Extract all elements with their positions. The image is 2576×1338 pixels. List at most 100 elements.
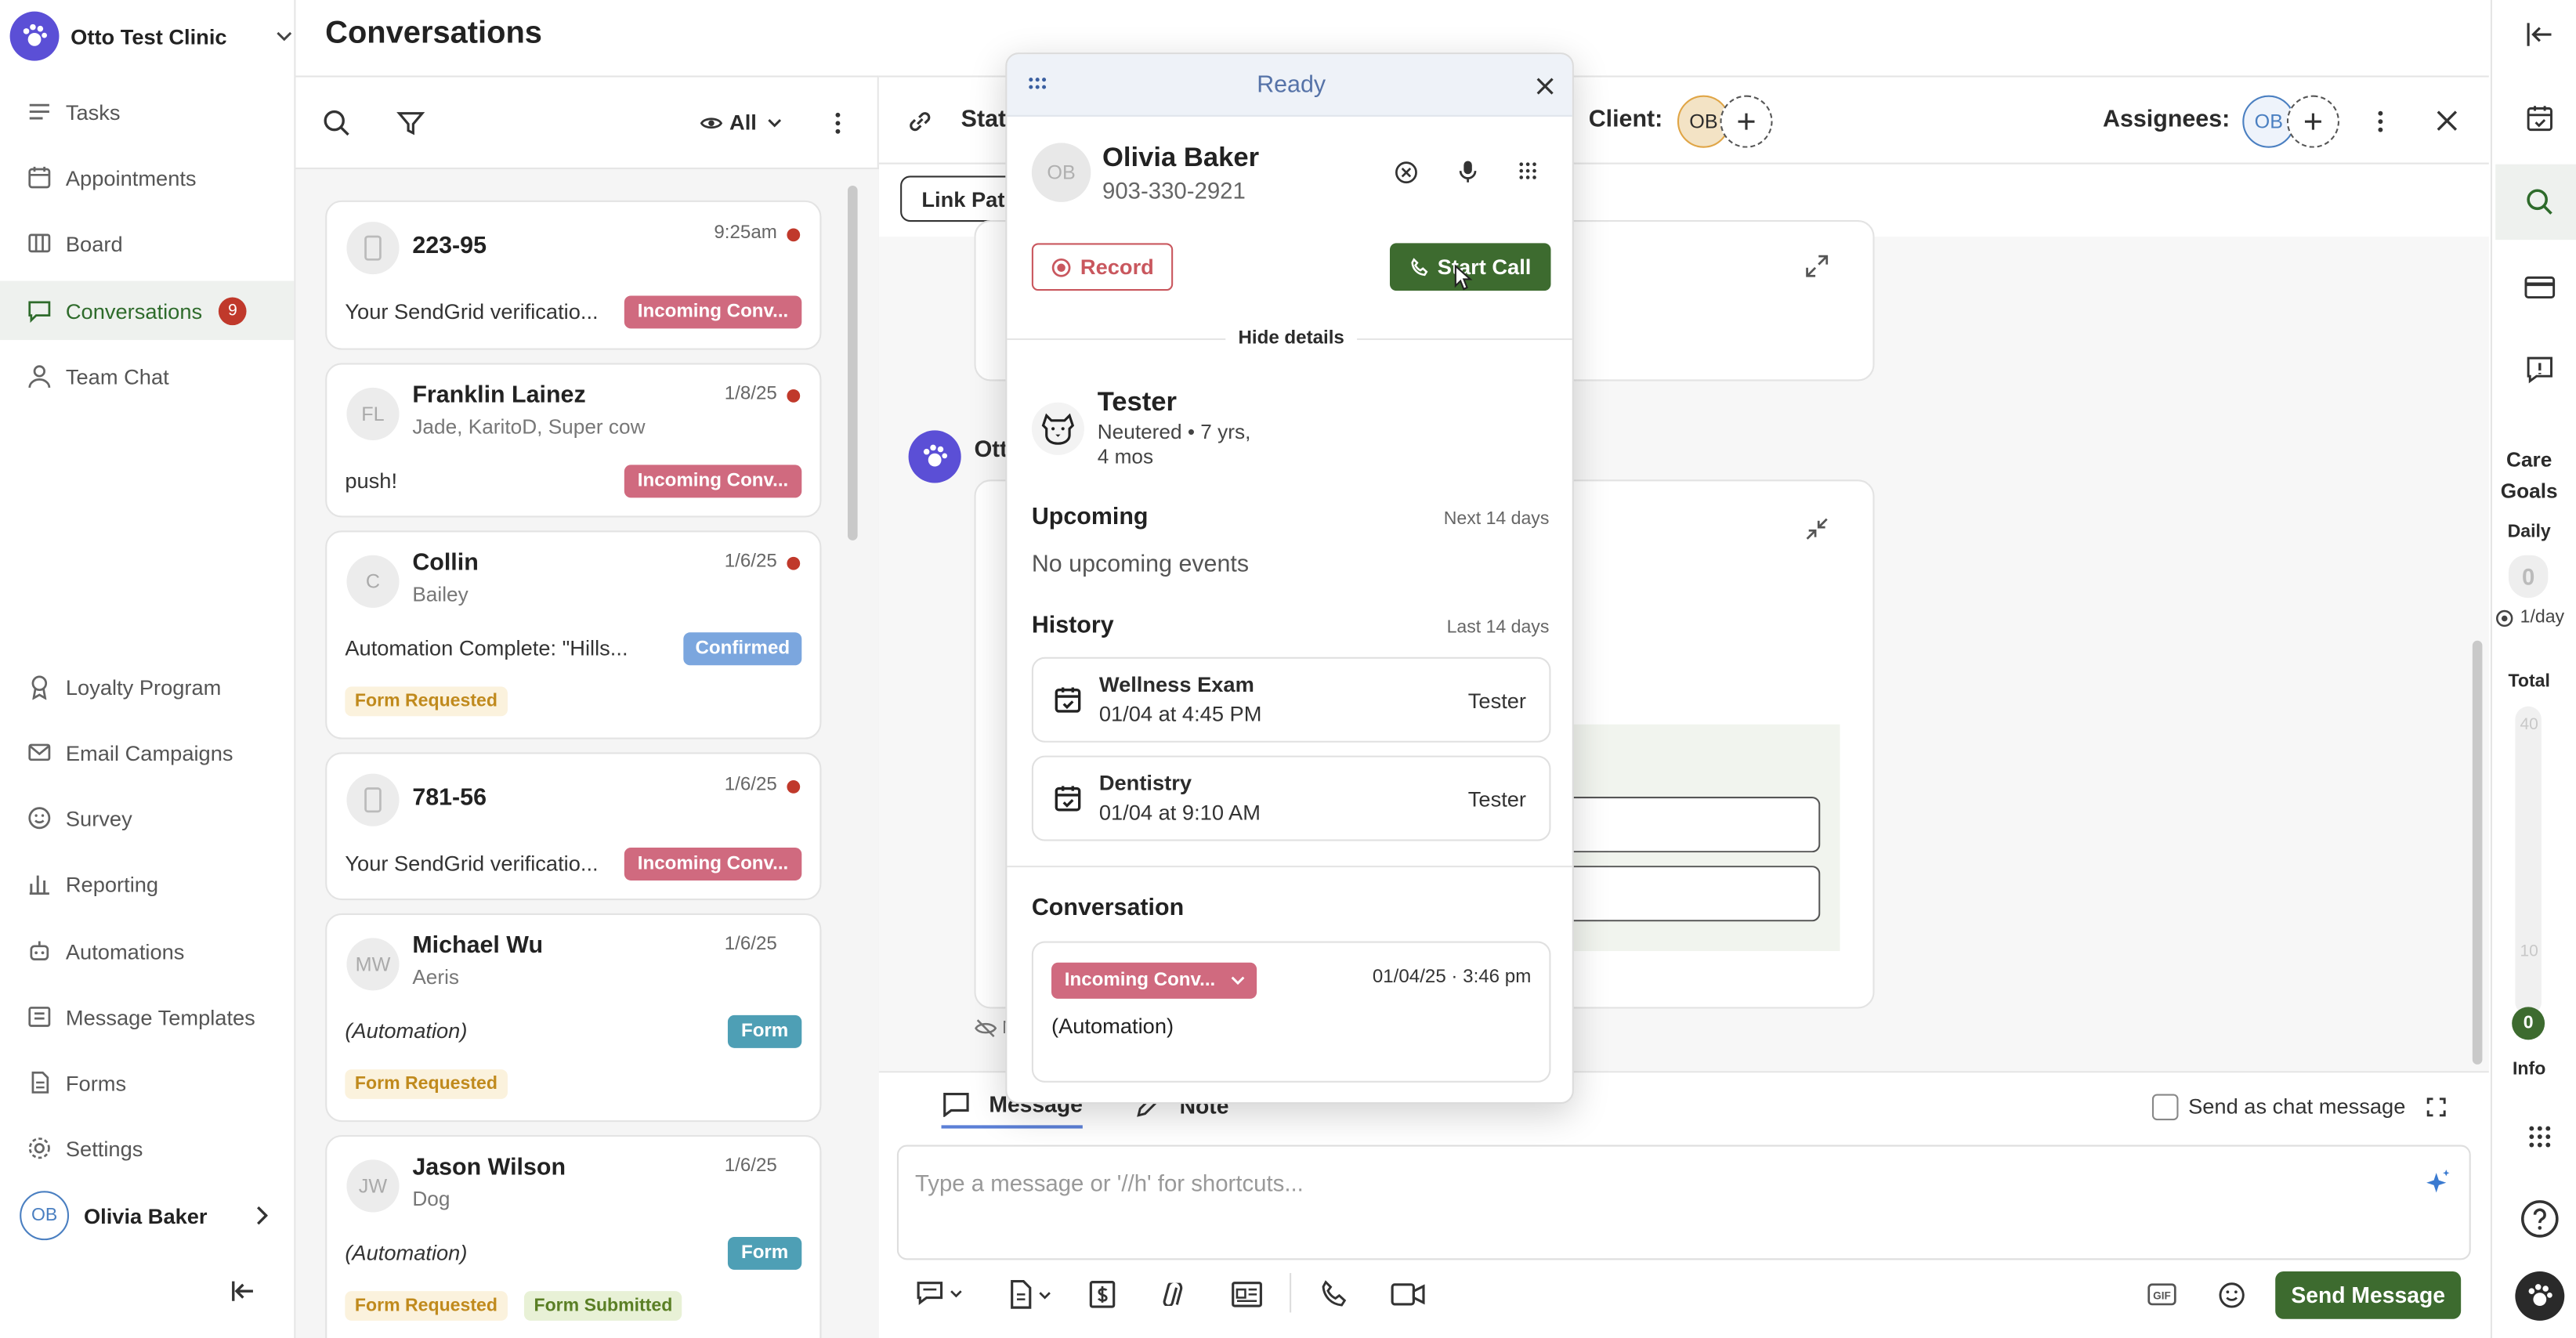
sidebar-item-label: Loyalty Program [65, 674, 222, 700]
visibility-filter[interactable]: All [700, 110, 781, 135]
call-popup: Ready OB Olivia Baker 903-330-2921 Recor… [1005, 52, 1574, 1105]
fullscreen-icon[interactable] [2426, 1098, 2446, 1117]
message-preview: Automation Complete: "Hills... [345, 635, 628, 660]
conversation-status-dropdown[interactable]: Incoming Conv... [1051, 962, 1257, 999]
attach-document-button[interactable] [1007, 1279, 1051, 1309]
sidebar-item-conversations[interactable]: Conversations 9 [0, 280, 295, 341]
collapse-sidebar-button[interactable] [226, 1275, 259, 1307]
chart-icon [29, 875, 49, 895]
caller-phone: 903-330-2921 [1102, 177, 1246, 204]
dialpad-icon[interactable] [1518, 161, 1538, 180]
add-client-button[interactable] [1720, 95, 1773, 148]
avatar: FL [346, 387, 400, 440]
otto-logo-icon [923, 444, 948, 467]
collapse-left-icon[interactable] [2525, 21, 2555, 48]
help-icon[interactable] [2520, 1199, 2560, 1239]
ai-sparkle-icon[interactable] [2422, 1168, 2451, 1198]
conversation-card[interactable]: MW Michael Wu Aeris 1/6/25 (Automation) … [325, 913, 822, 1123]
contact-name: Michael Wu [412, 933, 544, 960]
record-button[interactable]: Record [1031, 243, 1174, 291]
sidebar-item-reporting[interactable]: Reporting [0, 854, 294, 913]
sidebar-item-label: Board [65, 230, 123, 256]
contact-name: 223-95 [412, 233, 487, 260]
send-as-chat-checkbox[interactable] [2151, 1094, 2179, 1121]
search-icon[interactable] [322, 108, 352, 138]
call-popup-header[interactable]: Ready [1007, 54, 1572, 117]
close-icon[interactable] [2435, 108, 2459, 132]
message-preview: push! [345, 468, 398, 494]
pet-avatar [1031, 402, 1084, 455]
toolbar-divider [1290, 1273, 1292, 1313]
sidebar-item-team-chat[interactable]: Team Chat [0, 346, 294, 405]
thread-scrollbar[interactable] [2472, 640, 2483, 1065]
close-icon[interactable] [1536, 78, 1554, 96]
phone-icon[interactable] [1319, 1279, 1349, 1309]
add-assignee-button[interactable] [2286, 95, 2339, 148]
conversation-message: (Automation) [1051, 1013, 1174, 1039]
invoice-icon[interactable] [1087, 1279, 1117, 1309]
paperclip-icon[interactable] [1158, 1282, 1191, 1307]
divider [1007, 866, 1572, 868]
clinic-switcher[interactable]: Otto Test Clinic [9, 10, 293, 63]
current-user[interactable]: OB Olivia Baker [20, 1189, 283, 1242]
link-icon[interactable] [905, 107, 935, 136]
alert-message-icon[interactable] [2525, 355, 2555, 385]
unread-dot [787, 228, 801, 242]
hide-details-button[interactable]: Hide details [1225, 324, 1358, 353]
history-event[interactable]: Dentistry 01/04 at 9:10 AM Tester [1031, 755, 1551, 841]
microphone-icon[interactable] [1459, 159, 1477, 183]
quick-reply-button[interactable] [915, 1279, 963, 1306]
pet-details: Neutered • 7 yrs, [1097, 420, 1251, 444]
sidebar-item-board[interactable]: Board [0, 214, 294, 273]
avatar: MW [346, 938, 400, 991]
sender-avatar [908, 430, 961, 483]
gif-icon[interactable]: GIF [2147, 1283, 2177, 1306]
total-goal-gauge [2515, 706, 2542, 1015]
conversation-summary-card[interactable]: Incoming Conv... 01/04/25 · 3:46 pm (Aut… [1031, 941, 1551, 1083]
sidebar-item-settings[interactable]: Settings [0, 1119, 294, 1177]
conversation-card[interactable]: 781-56 1/6/25 Your SendGrid verificatio.… [325, 752, 822, 901]
sidebar-item-label: Conversations [65, 298, 203, 324]
daily-goal-value: 0 [2508, 555, 2549, 598]
sidebar-item-forms[interactable]: Forms [0, 1053, 294, 1112]
sidebar-item-appointments[interactable]: Appointments [0, 148, 294, 207]
history-range: Last 14 days [1446, 617, 1550, 638]
more-vertical-icon[interactable] [2377, 108, 2383, 135]
form-card-icon[interactable] [1231, 1279, 1264, 1309]
sidebar-item-message-templates[interactable]: Message Templates [0, 987, 294, 1046]
history-event[interactable]: Wellness Exam 01/04 at 4:45 PM Tester [1031, 656, 1551, 743]
sidebar-item-survey[interactable]: Survey [0, 789, 294, 848]
otto-logo-icon [2528, 1284, 2552, 1307]
conversation-card[interactable]: C Collin Bailey 1/6/25 Automation Comple… [325, 530, 822, 740]
message-input[interactable]: Type a message or '//h' for shortcuts... [896, 1145, 2471, 1260]
calendar-check-icon[interactable] [2525, 103, 2555, 133]
chevron-down-icon [950, 1289, 962, 1297]
sidebar-item-automations[interactable]: Automations [0, 921, 294, 980]
more-vertical-icon[interactable] [834, 110, 841, 136]
emoji-icon[interactable] [2218, 1282, 2246, 1310]
credit-card-icon[interactable] [2524, 274, 2556, 301]
pet-names: Dog [412, 1188, 450, 1211]
conversation-card[interactable]: 223-95 9:25am Your SendGrid verificatio.… [325, 200, 822, 350]
filter-icon[interactable] [396, 108, 425, 138]
dialpad-icon[interactable] [2527, 1123, 2553, 1150]
conversation-card[interactable]: FL Franklin Lainez Jade, KaritoD, Super … [325, 363, 822, 518]
status-dropdown[interactable]: Stat [961, 107, 1006, 133]
plus-icon [2304, 113, 2321, 130]
list-scrollbar[interactable] [848, 185, 858, 541]
expand-icon[interactable] [1805, 255, 1829, 277]
tasks-icon [29, 103, 49, 120]
sidebar-item-email-campaigns[interactable]: Email Campaigns [0, 723, 294, 782]
sidebar-item-loyalty-program[interactable]: Loyalty Program [0, 657, 294, 716]
cancel-circle-icon[interactable] [1395, 161, 1417, 184]
form-requested-tag: Form Requested [345, 1069, 508, 1099]
send-message-button[interactable]: Send Message [2275, 1271, 2462, 1319]
collapse-icon[interactable] [1805, 518, 1828, 541]
otto-assistant-button[interactable] [2515, 1271, 2565, 1321]
avatar: JW [346, 1159, 400, 1213]
conversation-card[interactable]: JW Jason Wilson Dog 1/6/25 (Automation) … [325, 1134, 822, 1338]
rail-search-button[interactable] [2495, 164, 2576, 240]
target-icon [2496, 609, 2513, 627]
sidebar-item-tasks[interactable]: Tasks [0, 82, 294, 141]
video-icon[interactable] [1390, 1282, 1426, 1308]
